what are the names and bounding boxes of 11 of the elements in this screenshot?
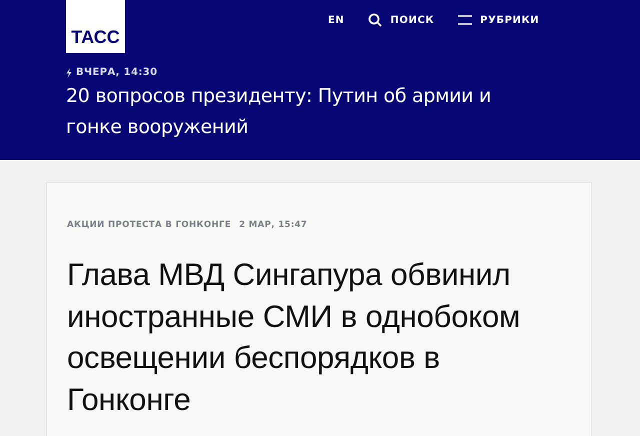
date-label: 2 МАР, 15:47: [239, 220, 308, 230]
language-link[interactable]: EN: [328, 14, 344, 26]
time-label: ВЧЕРА, 14:30: [76, 67, 158, 78]
menu-icon: [458, 15, 472, 25]
search-link[interactable]: ПОИСК: [368, 13, 434, 27]
article-title: Глава МВД Сингапура обвинил иностранные СМИ в однобоком освещении беспорядков в Гонконге: [67, 256, 522, 418]
search-icon: [368, 13, 382, 27]
headline-link[interactable]: 20 вопросов президенту: Путин об армии и гонке вооружений: [66, 81, 536, 143]
menu-link[interactable]: РУБРИКИ: [458, 14, 540, 26]
tag-link[interactable]: АКЦИИ ПРОТЕСТА В ГОНКОНГЕ: [67, 220, 232, 230]
logo[interactable]: ТАСС: [66, 0, 125, 53]
